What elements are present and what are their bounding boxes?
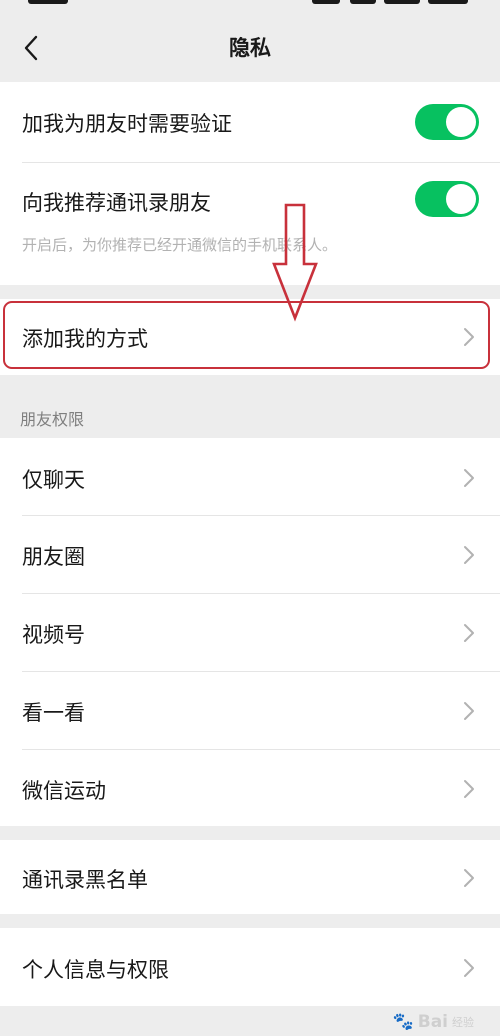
watermark-logo-icon: 🐾 bbox=[392, 1012, 414, 1032]
chevron-right-icon bbox=[464, 959, 474, 977]
friend-permissions-section: 仅聊天 朋友圈 视频号 看一看 微信运动 bbox=[0, 438, 500, 826]
status-bar bbox=[0, 0, 500, 14]
recommend-contacts-row: 向我推荐通讯录朋友 开启后，为你推荐已经开通微信的手机联系人。 bbox=[0, 163, 500, 285]
chevron-right-icon bbox=[464, 869, 474, 887]
recommend-contacts-label: 向我推荐通讯录朋友 bbox=[22, 191, 211, 215]
recommend-contacts-toggle[interactable] bbox=[415, 181, 479, 217]
recommend-contacts-hint: 开启后，为你推荐已经开通微信的手机联系人。 bbox=[22, 236, 338, 254]
chevron-right-icon bbox=[464, 780, 474, 798]
contacts-blacklist-row[interactable]: 通讯录黑名单 bbox=[0, 840, 500, 914]
permission-item-top-stories[interactable]: 看一看 bbox=[0, 672, 500, 749]
permission-item-label: 看一看 bbox=[22, 701, 85, 725]
permission-item-chat-only[interactable]: 仅聊天 bbox=[0, 438, 500, 515]
verification-section: 加我为朋友时需要验证 向我推荐通讯录朋友 开启后，为你推荐已经开通微信的手机联系… bbox=[0, 82, 500, 285]
watermark-brand: Bai bbox=[417, 1012, 448, 1032]
permission-item-label: 视频号 bbox=[22, 623, 85, 647]
chevron-right-icon bbox=[464, 546, 474, 564]
personal-info-permissions-label: 个人信息与权限 bbox=[22, 958, 169, 982]
friend-permissions-header: 朋友权限 bbox=[20, 410, 85, 429]
add-friend-verify-row: 加我为朋友时需要验证 bbox=[0, 82, 500, 162]
permission-item-moments[interactable]: 朋友圈 bbox=[0, 516, 500, 593]
chevron-right-icon bbox=[464, 702, 474, 720]
toggle-knob bbox=[446, 107, 476, 137]
toggle-knob bbox=[446, 184, 476, 214]
contacts-blacklist-label: 通讯录黑名单 bbox=[22, 868, 148, 892]
ways-to-add-me-label: 添加我的方式 bbox=[22, 327, 148, 351]
chevron-right-icon bbox=[464, 469, 474, 487]
add-friend-verify-toggle[interactable] bbox=[415, 104, 479, 140]
permission-item-werun[interactable]: 微信运动 bbox=[0, 750, 500, 826]
chevron-right-icon bbox=[464, 624, 474, 642]
ways-to-add-me-row[interactable]: 添加我的方式 bbox=[0, 299, 500, 375]
permission-item-label: 仅聊天 bbox=[22, 468, 85, 492]
permission-item-channels[interactable]: 视频号 bbox=[0, 594, 500, 671]
add-friend-verify-label: 加我为朋友时需要验证 bbox=[22, 112, 232, 136]
personal-info-permissions-row[interactable]: 个人信息与权限 bbox=[0, 928, 500, 1006]
permission-item-label: 朋友圈 bbox=[22, 545, 85, 569]
nav-bar: 隐私 bbox=[0, 14, 500, 82]
chevron-right-icon bbox=[464, 328, 474, 346]
page-title: 隐私 bbox=[229, 36, 271, 60]
watermark: 🐾 Bai 经验 bbox=[393, 1012, 474, 1032]
permission-item-label: 微信运动 bbox=[22, 779, 106, 803]
watermark-sub: 经验 bbox=[452, 1016, 474, 1029]
